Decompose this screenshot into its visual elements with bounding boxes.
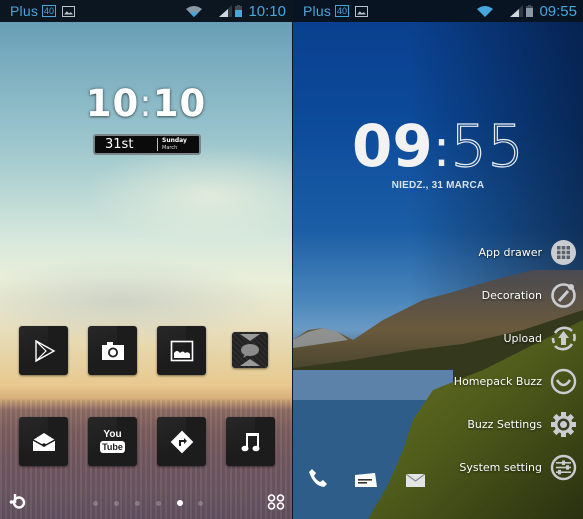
signal-icon xyxy=(219,5,233,17)
image-notification-icon xyxy=(355,5,369,17)
menu-label: Homepack Buzz xyxy=(453,374,542,388)
app-chat-widget[interactable] xyxy=(232,332,268,368)
menu-homepack-buzz[interactable]: Homepack Buzz xyxy=(454,367,577,395)
upload-icon xyxy=(551,326,576,350)
app-youtube[interactable]: You Tube xyxy=(88,417,137,466)
clock-widget[interactable]: 10:10 xyxy=(0,82,292,125)
menu-label: App drawer xyxy=(478,245,542,259)
youtube-text-top: You xyxy=(103,429,122,440)
menu-label: Upload xyxy=(503,331,542,345)
menu-app-drawer[interactable]: App drawer xyxy=(478,238,577,266)
clock-separator: : xyxy=(139,82,153,125)
page-dot-active[interactable] xyxy=(177,500,183,506)
app-camera[interactable] xyxy=(88,326,137,375)
message-icon[interactable] xyxy=(355,473,377,487)
grid-icon xyxy=(551,239,576,265)
menu-system-setting[interactable]: System setting xyxy=(459,453,577,481)
battery-icon xyxy=(526,5,534,17)
menu-label: Buzz Settings xyxy=(467,417,542,431)
gear-icon xyxy=(551,411,576,437)
clock-minutes: 55 xyxy=(450,112,525,180)
wifi-icon xyxy=(477,5,494,17)
camera-icon xyxy=(101,341,124,360)
image-notification-icon xyxy=(62,5,76,17)
menu-decoration[interactable]: Decoration xyxy=(482,281,577,309)
status-bar[interactable]: Plus 40 09:55 xyxy=(293,0,583,22)
page-dot[interactable] xyxy=(198,500,203,506)
battery-icon xyxy=(235,5,243,17)
network-badge: 40 xyxy=(42,5,57,17)
page-dot[interactable] xyxy=(114,500,119,506)
app-drawer-icon[interactable] xyxy=(267,494,285,510)
phone-icon[interactable] xyxy=(308,468,328,488)
music-note-icon xyxy=(241,432,259,451)
menu-upload[interactable]: Upload xyxy=(503,324,577,352)
sliders-icon xyxy=(550,454,577,480)
clock-hours: 09 xyxy=(351,112,433,180)
envelope-icon xyxy=(32,432,55,451)
clock-date: NIEDZ., 31 MARCA xyxy=(391,180,485,191)
app-gallery[interactable] xyxy=(157,326,206,375)
smile-icon xyxy=(550,368,577,394)
date-month: March xyxy=(162,145,178,151)
app-music[interactable] xyxy=(226,417,275,466)
network-badge: 40 xyxy=(335,5,350,17)
menu-label: System setting xyxy=(459,460,542,474)
date-day: 31st xyxy=(105,137,134,152)
clock-minutes: 10 xyxy=(152,82,207,125)
play-store-icon xyxy=(34,339,55,362)
app-play-store[interactable] xyxy=(19,326,68,375)
chat-bubble-icon xyxy=(240,334,260,366)
status-time: 09:55 xyxy=(539,2,577,20)
gallery-icon xyxy=(170,340,193,361)
directions-icon xyxy=(170,430,193,453)
status-time: 10:10 xyxy=(248,2,286,20)
page-dot[interactable] xyxy=(156,500,161,506)
date-widget[interactable]: 31st Sunday March xyxy=(93,134,201,155)
menu-buzz-settings[interactable]: Buzz Settings xyxy=(467,410,577,438)
mail-icon[interactable] xyxy=(406,474,425,487)
home-screen-left: Plus 40 10:10 10:10 31st Sunday March Yo… xyxy=(0,0,292,519)
page-dot[interactable] xyxy=(93,500,98,506)
menu-label: Decoration xyxy=(481,288,542,302)
carrier-label: Plus xyxy=(10,3,39,19)
status-bar[interactable]: Plus 40 10:10 xyxy=(0,0,292,22)
page-dot[interactable] xyxy=(135,500,140,506)
clock-widget[interactable]: 09:55 xyxy=(293,112,583,182)
clock-hours: 10 xyxy=(85,82,140,125)
app-email[interactable] xyxy=(19,417,68,466)
youtube-text-bottom: Tube xyxy=(100,441,125,453)
youtube-icon: You Tube xyxy=(100,430,125,453)
clock-separator: : xyxy=(432,119,451,179)
brush-icon xyxy=(551,282,576,308)
carrier-label: Plus xyxy=(303,3,332,19)
buzz-launcher-icon[interactable] xyxy=(9,493,27,509)
home-screen-right: Plus 40 09:55 09:55 NIEDZ., 31 MARCA App… xyxy=(293,0,583,519)
signal-icon xyxy=(510,5,524,17)
wifi-icon xyxy=(186,5,203,17)
date-weekday: Sunday xyxy=(162,137,187,144)
app-navigation[interactable] xyxy=(157,417,206,466)
